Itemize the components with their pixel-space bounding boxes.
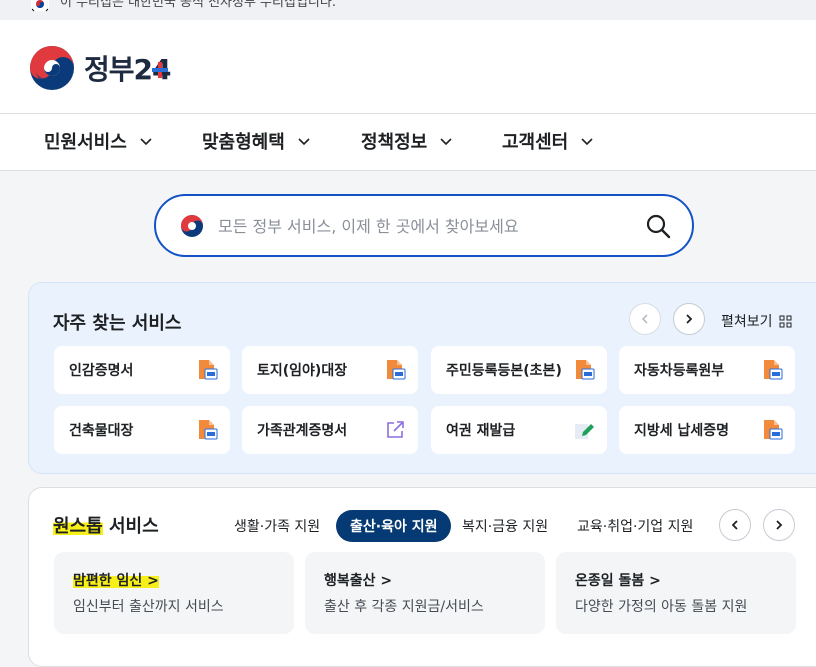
tab-label: 교육·취업·기업 지원 — [577, 519, 694, 535]
tab-life-family[interactable]: 생활·가족 지원 — [234, 510, 320, 542]
external-link-icon — [387, 421, 404, 438]
chevron-down-icon — [581, 138, 593, 146]
pc-print-icon — [764, 420, 783, 440]
prev-button[interactable] — [629, 303, 661, 335]
onestop-card-desc: 출산 후 각종 지원금/서비스 — [324, 599, 484, 615]
nav-item-label: 정책정보 — [361, 132, 428, 153]
onestop-card-desc: 다양한 가정의 아동 돌봄 지원 — [575, 599, 748, 615]
service-card-family-certificate[interactable]: 가족관계증명서 — [242, 406, 418, 454]
nav-item-civil-service[interactable]: 민원서비스 — [44, 128, 153, 154]
site-header: 정부24 — [0, 20, 816, 114]
tab-label: 출산·육아 지원 — [350, 519, 438, 535]
frequent-services-title: 자주 찾는 서비스 — [53, 313, 182, 334]
onestop-card-desc: 임신부터 출산까지 서비스 — [73, 599, 224, 615]
grid-icon — [779, 315, 792, 327]
search-input[interactable] — [218, 210, 638, 242]
onestop-title-rest: 서비스 — [102, 516, 159, 537]
chevron-down-icon — [140, 138, 152, 146]
service-card-label: 자동차등록원부 — [634, 363, 725, 379]
chevron-left-icon — [641, 314, 648, 324]
official-notice-bar: 이 누리집은 대한민국 공식 전자정부 누리집입니다. — [0, 0, 816, 20]
search-icon[interactable] — [644, 212, 672, 240]
frequent-services-panel: 자주 찾는 서비스 펼쳐보기 인감증명서 토지(임야)대장 주민등록등본(초본)… — [28, 282, 816, 474]
tabs-next-button[interactable] — [763, 509, 795, 541]
expand-button[interactable]: 펼쳐보기 — [721, 311, 792, 331]
pc-print-icon — [764, 360, 783, 380]
edit-icon — [575, 424, 594, 439]
service-card-label: 여권 재발급 — [446, 423, 516, 439]
tab-label: 복지·금융 지원 — [462, 519, 549, 535]
nav-item-benefits[interactable]: 맞춤형혜택 — [202, 128, 311, 154]
onestop-title: 원스톱 서비스 — [53, 512, 159, 538]
service-card-local-tax-certificate[interactable]: 지방세 납세증명 — [619, 406, 795, 454]
tab-label: 생활·가족 지원 — [234, 519, 321, 535]
service-card-label: 지방세 납세증명 — [634, 423, 730, 439]
pc-print-icon — [199, 420, 218, 440]
tabs-prev-button[interactable] — [719, 509, 751, 541]
chevron-left-icon — [731, 520, 738, 530]
nav-item-label: 고객센터 — [502, 132, 569, 153]
chevron-right-icon — [686, 314, 693, 324]
onestop-card-all-day-care[interactable]: 온종일 돌봄 > 다양한 가정의 아동 돌봄 지원 — [556, 552, 796, 634]
service-card-vehicle-register[interactable]: 자동차등록원부 — [619, 346, 795, 394]
nav-item-label: 맞춤형혜택 — [202, 132, 285, 153]
onestop-card-title: 행복출산 > — [324, 573, 393, 589]
korea-flag-icon — [31, 0, 49, 12]
service-card-label: 건축물대장 — [69, 423, 134, 439]
nav-item-label: 민원서비스 — [44, 132, 127, 153]
onestop-card-happy-birth[interactable]: 행복출산 > 출산 후 각종 지원금/서비스 — [305, 552, 545, 634]
service-card-resident-register[interactable]: 주민등록등본(초본) — [431, 346, 607, 394]
tab-birth-childcare[interactable]: 출산·육아 지원 — [336, 510, 452, 542]
service-card-label: 토지(임야)대장 — [257, 363, 348, 379]
service-card-building-register[interactable]: 건축물대장 — [54, 406, 230, 454]
service-card-seal-certificate[interactable]: 인감증명서 — [54, 346, 230, 394]
onestop-card-title: 온종일 돌봄 > — [575, 573, 661, 589]
onestop-title-highlight: 원스톱 — [53, 516, 103, 537]
service-card-label: 인감증명서 — [69, 363, 134, 379]
nav-item-policy[interactable]: 정책정보 — [361, 128, 453, 154]
government-logo-icon — [181, 215, 203, 237]
tab-welfare-finance[interactable]: 복지·금융 지원 — [462, 510, 548, 542]
service-card-passport-reissue[interactable]: 여권 재발급 — [431, 406, 607, 454]
expand-label: 펼쳐보기 — [721, 314, 773, 330]
search-box — [154, 194, 694, 257]
service-card-land-register[interactable]: 토지(임야)대장 — [242, 346, 418, 394]
onestop-card-title: 맘편한 임신 > — [73, 570, 159, 590]
onestop-card-pregnancy[interactable]: 맘편한 임신 > 임신부터 출산까지 서비스 — [54, 552, 294, 634]
service-card-label: 가족관계증명서 — [257, 423, 348, 439]
official-notice-text: 이 누리집은 대한민국 공식 전자정부 누리집입니다. — [60, 0, 336, 10]
pc-print-icon — [387, 360, 406, 380]
main-navigation: 민원서비스 맞춤형혜택 정책정보 고객센터 — [0, 114, 816, 171]
chevron-down-icon — [440, 138, 452, 146]
tab-education-employment[interactable]: 교육·취업·기업 지원 — [577, 510, 693, 542]
government-logo-icon[interactable] — [28, 44, 76, 92]
next-button[interactable] — [673, 303, 705, 335]
nav-item-customer-center[interactable]: 고객센터 — [502, 128, 594, 154]
onestop-services-panel: 원스톱 서비스 생활·가족 지원 출산·육아 지원 복지·금융 지원 교육·취업… — [28, 487, 816, 667]
pc-print-icon — [576, 360, 595, 380]
chevron-right-icon — [776, 520, 783, 530]
logo-plus-icon — [152, 62, 168, 78]
pc-print-icon — [199, 360, 218, 380]
chevron-down-icon — [298, 138, 310, 146]
service-card-label: 주민등록등본(초본) — [446, 363, 562, 379]
